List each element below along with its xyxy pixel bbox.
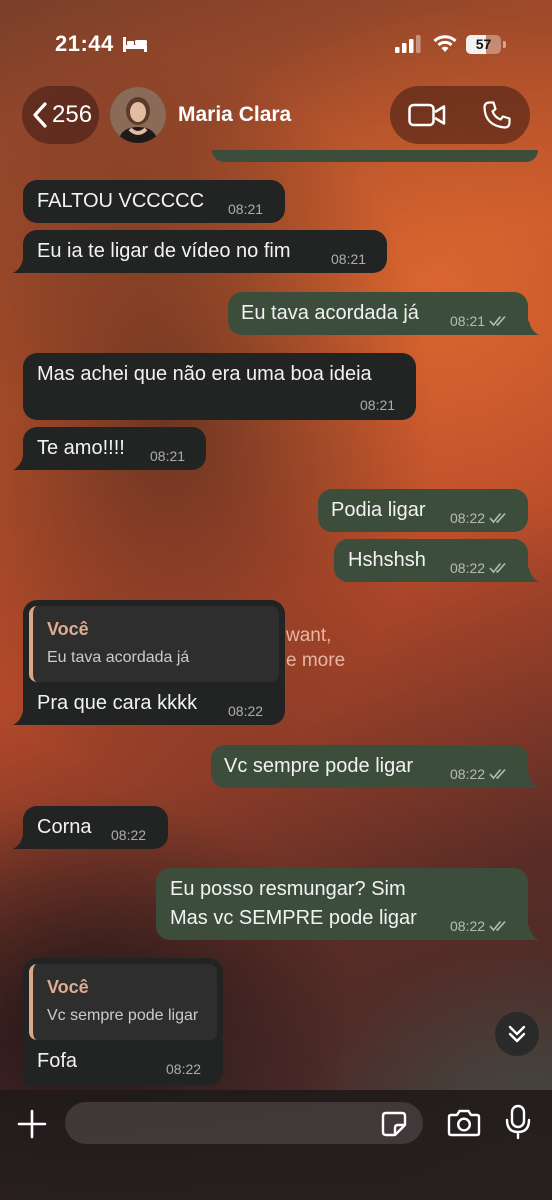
avatar[interactable]: [110, 87, 166, 143]
message-outgoing[interactable]: Eu posso resmungar? Sim Mas vc SEMPRE po…: [156, 868, 528, 940]
bubble-tail: [13, 456, 27, 470]
message-status: 08:22: [450, 510, 509, 526]
back-button[interactable]: 256: [22, 86, 99, 144]
double-check-icon: [489, 920, 506, 932]
bubble-tail: [13, 711, 27, 725]
message-time: 08:22: [111, 827, 147, 843]
input-bar: [0, 1090, 552, 1200]
battery-indicator: 57: [466, 35, 506, 54]
message-time: 08:21: [150, 448, 186, 464]
message-status: 08:22: [450, 766, 509, 782]
double-check-icon: [489, 315, 506, 327]
sticker-icon[interactable]: [380, 1110, 408, 1138]
bubble-tail: [525, 321, 539, 335]
message-time: 08:22: [450, 510, 486, 526]
message-time: 08:22: [450, 560, 486, 576]
reply-author: Você: [47, 977, 89, 997]
chevron-left-icon: [33, 102, 47, 128]
unread-count: 256: [52, 101, 93, 128]
video-camera-icon[interactable]: [408, 102, 446, 128]
message-time: 08:21: [450, 313, 486, 329]
message-text: Podia ligar: [331, 499, 426, 521]
contact-name[interactable]: Maria Clara: [178, 103, 291, 127]
message-time: 08:22: [166, 1061, 202, 1077]
status-bar: 21:44 57: [0, 0, 552, 80]
clipped-message-bubble: [212, 150, 538, 162]
message-text: Eu ia te ligar de vídeo no fim: [37, 240, 291, 262]
message-text-line-2: Mas vc SEMPRE pode ligar: [170, 907, 417, 929]
plus-icon[interactable]: [16, 1108, 48, 1140]
message-status: 08:21: [450, 313, 509, 329]
call-actions: [390, 86, 530, 144]
reply-text: Vc sempre pode ligar: [47, 1007, 199, 1024]
message-incoming[interactable]: Corna 08:22: [23, 806, 168, 849]
message-outgoing[interactable]: Hshshsh 08:22: [334, 539, 528, 582]
message-outgoing[interactable]: Vc sempre pode ligar 08:22: [211, 745, 528, 788]
wifi-icon: [433, 35, 457, 52]
double-check-icon: [489, 512, 506, 524]
message-incoming-reply[interactable]: Você Eu tava acordada já Pra que cara kk…: [23, 600, 285, 725]
message-time: 08:22: [450, 918, 486, 934]
message-text: Hshshsh: [348, 549, 426, 571]
bubble-tail: [525, 926, 539, 940]
message-incoming[interactable]: FALTOU VCCCCC 08:21: [23, 180, 285, 223]
message-text: Pra que cara kkkk: [37, 692, 198, 714]
message-text: Corna: [37, 816, 92, 838]
message-input[interactable]: [65, 1102, 423, 1144]
message-text-line-1: Eu posso resmungar? Sim: [170, 878, 406, 900]
message-status: 08:22: [450, 560, 509, 576]
reply-text: Eu tava acordada já: [47, 649, 190, 666]
message-incoming[interactable]: Mas achei que não era uma boa ideia 08:2…: [23, 353, 416, 420]
message-time: 08:22: [450, 766, 486, 782]
message-text: Eu tava acordada já: [241, 302, 419, 324]
double-check-icon: [489, 768, 506, 780]
microphone-icon[interactable]: [505, 1104, 531, 1140]
wallpaper-text: want, e more: [286, 625, 346, 671]
bed-icon: [123, 37, 147, 52]
message-text: Fofa: [37, 1050, 78, 1072]
message-time: 08:22: [228, 703, 264, 719]
message-outgoing[interactable]: Podia ligar 08:22: [318, 489, 528, 532]
battery-level: 57: [475, 36, 492, 52]
double-check-icon: [489, 562, 506, 574]
message-time: 08:21: [331, 251, 367, 267]
bubble-tail: [525, 774, 539, 788]
message-incoming[interactable]: Eu ia te ligar de vídeo no fim 08:21: [23, 230, 387, 273]
bubble-tail: [13, 259, 27, 273]
message-incoming[interactable]: Te amo!!!! 08:21: [23, 427, 206, 470]
scroll-to-bottom-button[interactable]: [495, 1012, 539, 1056]
message-text: Mas achei que não era uma boa ideia: [37, 363, 372, 385]
message-text: FALTOU VCCCCC: [37, 190, 205, 212]
message-status: 08:22: [450, 918, 509, 934]
phone-icon[interactable]: [482, 100, 512, 130]
camera-icon[interactable]: [447, 1108, 481, 1138]
message-text: Vc sempre pode ligar: [224, 755, 413, 777]
message-outgoing[interactable]: Eu tava acordada já 08:21: [228, 292, 528, 335]
message-time: 08:21: [360, 397, 396, 413]
bubble-tail: [13, 835, 27, 849]
quoted-reply[interactable]: Você Eu tava acordada já: [29, 606, 279, 682]
bubble-tail: [525, 568, 539, 582]
status-time: 21:44: [55, 31, 114, 56]
quoted-reply[interactable]: Você Vc sempre pode ligar: [29, 964, 217, 1040]
reply-author: Você: [47, 619, 89, 639]
double-chevron-down-icon: [508, 1025, 526, 1043]
message-incoming-reply[interactable]: Você Vc sempre pode ligar Fofa 08:22: [23, 958, 223, 1085]
message-text: Te amo!!!!: [37, 437, 125, 459]
message-time: 08:21: [228, 201, 264, 217]
signal-icon: [395, 35, 421, 53]
